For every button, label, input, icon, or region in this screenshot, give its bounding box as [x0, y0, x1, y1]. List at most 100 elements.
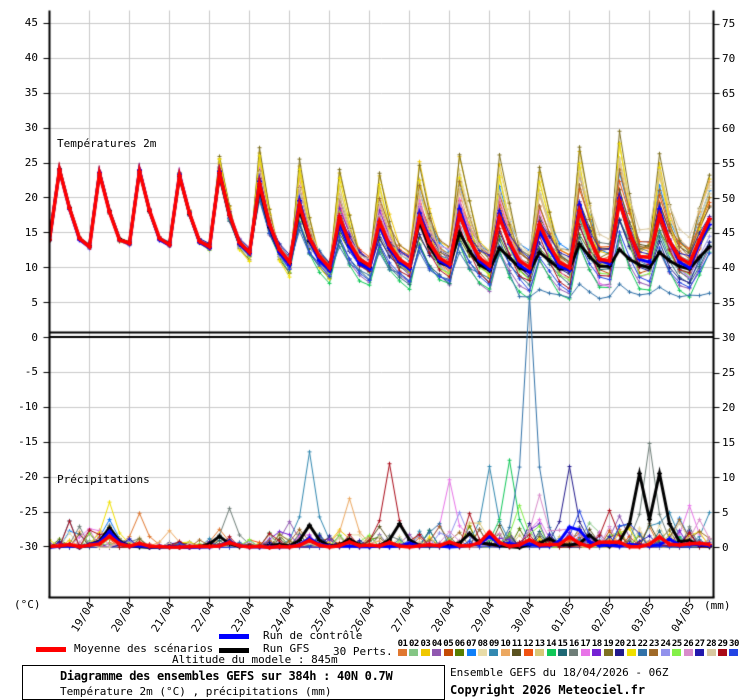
- precip-tick-label: 5: [722, 505, 729, 519]
- temp-tick-label: 30: [24, 121, 38, 135]
- temp-tick-label: -5: [24, 365, 38, 379]
- pert-color-swatch: [523, 649, 533, 656]
- temp-tick-label: 5: [31, 295, 38, 309]
- run-info-label: Ensemble GEFS du 18/04/2026 - 06Z: [450, 666, 669, 679]
- pert-number: 22: [637, 639, 648, 649]
- pert-number: 13: [534, 639, 545, 649]
- pert-color-swatch: [603, 649, 613, 656]
- precip-tick-label: 35: [722, 296, 736, 310]
- pert-color-swatch: [706, 649, 716, 656]
- pert-color-swatch: [500, 649, 510, 656]
- pert-number: 24: [660, 639, 671, 649]
- pert-number: 04: [431, 639, 442, 649]
- temp-tick-label: -30: [18, 539, 38, 553]
- pert-color-swatch: [683, 649, 693, 656]
- pert-number: 30: [729, 639, 739, 649]
- temp-tick-label: 0: [31, 330, 38, 344]
- temp-tick-label: 45: [24, 16, 38, 30]
- pert-number: 08: [477, 639, 488, 649]
- precip-tick-label: 25: [722, 366, 736, 379]
- precip-tick-label: 0: [722, 540, 729, 554]
- pert-number: 11: [511, 639, 522, 649]
- temp-tick-label: 15: [24, 225, 38, 239]
- pert-color-swatch: [489, 649, 499, 656]
- pert-number: 25: [671, 639, 682, 649]
- pert-number: 21: [626, 639, 637, 649]
- temp-tick-label: 35: [24, 86, 38, 100]
- pert-number: 01: [397, 639, 408, 649]
- pert-color-swatch: [718, 649, 728, 656]
- temp-tick-label: -20: [18, 470, 38, 484]
- pert-number: 16: [569, 639, 579, 649]
- chart-title: Diagramme des ensembles GEFS sur 384h : …: [60, 669, 393, 683]
- precip-tick-label: 15: [722, 435, 736, 449]
- pert-color-swatch: [443, 649, 453, 656]
- pert-color-swatch: [455, 649, 465, 656]
- precip-tick-label: 45: [722, 226, 736, 240]
- temp-axis-unit: (°C): [14, 598, 41, 611]
- chart-title-box: Diagramme des ensembles GEFS sur 384h : …: [22, 665, 445, 700]
- pert-color-swatch: [592, 649, 602, 656]
- pert-number: 26: [683, 639, 694, 649]
- pert-color-swatch: [580, 649, 590, 656]
- temp-tick-label: -15: [18, 435, 38, 449]
- precip-tick-label: 60: [722, 121, 736, 135]
- precip-tick-label: 50: [722, 191, 736, 205]
- pert-number: 03: [420, 639, 431, 649]
- precip-tick-label: 20: [722, 400, 736, 414]
- pert-color-swatch: [409, 649, 419, 656]
- ensemble-plot-canvas: [0, 0, 740, 700]
- pert-color-swatch: [569, 649, 579, 656]
- pert-number: 28: [706, 639, 717, 649]
- pert-color-swatch: [535, 649, 545, 656]
- pert-color-swatch: [660, 649, 670, 656]
- pert-color-swatch: [420, 649, 430, 656]
- pert-color-swatch: [638, 649, 648, 656]
- pert-number: 20: [614, 639, 625, 649]
- pert-number: 06: [454, 639, 465, 649]
- pert-number: 10: [500, 639, 511, 649]
- pert-color-swatch: [672, 649, 682, 656]
- pert-color-swatch: [695, 649, 705, 656]
- precip-tick-label: 30: [722, 331, 736, 345]
- temp-tick-label: 20: [24, 190, 38, 204]
- pert-number: 17: [580, 639, 591, 649]
- pert-number: 27: [694, 639, 705, 649]
- temp-tick-label: -25: [18, 505, 38, 518]
- pert-number: 12: [523, 639, 534, 649]
- legend-control-line-sample: [219, 634, 249, 639]
- temp-tick-label: 25: [24, 156, 38, 169]
- pert-number: 09: [489, 639, 499, 649]
- pert-color-swatch: [649, 649, 659, 656]
- legend-mean-line-sample: [36, 647, 66, 652]
- pert-number: 07: [466, 639, 476, 649]
- legend-perts-label: 30 Perts.: [333, 645, 393, 658]
- temperature-panel-label: Températures 2m: [57, 137, 157, 150]
- precip-tick-label: 70: [722, 51, 736, 65]
- legend-control-label: Run de contrôle: [263, 629, 363, 642]
- chart-subtitle: Température 2m (°C) , précipitations (mm…: [60, 685, 332, 698]
- pert-number: 23: [649, 639, 659, 649]
- precip-tick-label: 55: [722, 156, 736, 170]
- pert-color-swatch: [626, 649, 636, 656]
- temp-tick-label: -10: [18, 400, 38, 414]
- pert-color-swatch: [558, 649, 568, 656]
- pert-number: 14: [546, 639, 556, 649]
- pert-number: 05: [443, 639, 454, 649]
- precip-tick-label: 10: [722, 470, 736, 484]
- pert-number: 19: [603, 639, 614, 649]
- pert-color-swatch: [398, 649, 407, 656]
- pert-number: 02: [409, 639, 419, 649]
- pert-color-swatch: [512, 649, 522, 656]
- pert-color-swatch: [478, 649, 487, 656]
- pert-color-swatch: [466, 649, 476, 656]
- pert-number: 15: [557, 639, 568, 649]
- pert-number: 29: [717, 639, 728, 649]
- pert-number: 18: [591, 639, 602, 649]
- pert-color-swatch: [729, 649, 739, 656]
- precip-tick-label: 75: [722, 17, 736, 30]
- gefs-ensemble-diagram: Températures 2m Précipitations (°C) (mm)…: [0, 0, 740, 700]
- precip-axis-unit: (mm): [704, 599, 731, 612]
- precipitation-panel-label: Précipitations: [57, 473, 150, 486]
- copyright-label: Copyright 2026 Meteociel.fr: [450, 683, 646, 697]
